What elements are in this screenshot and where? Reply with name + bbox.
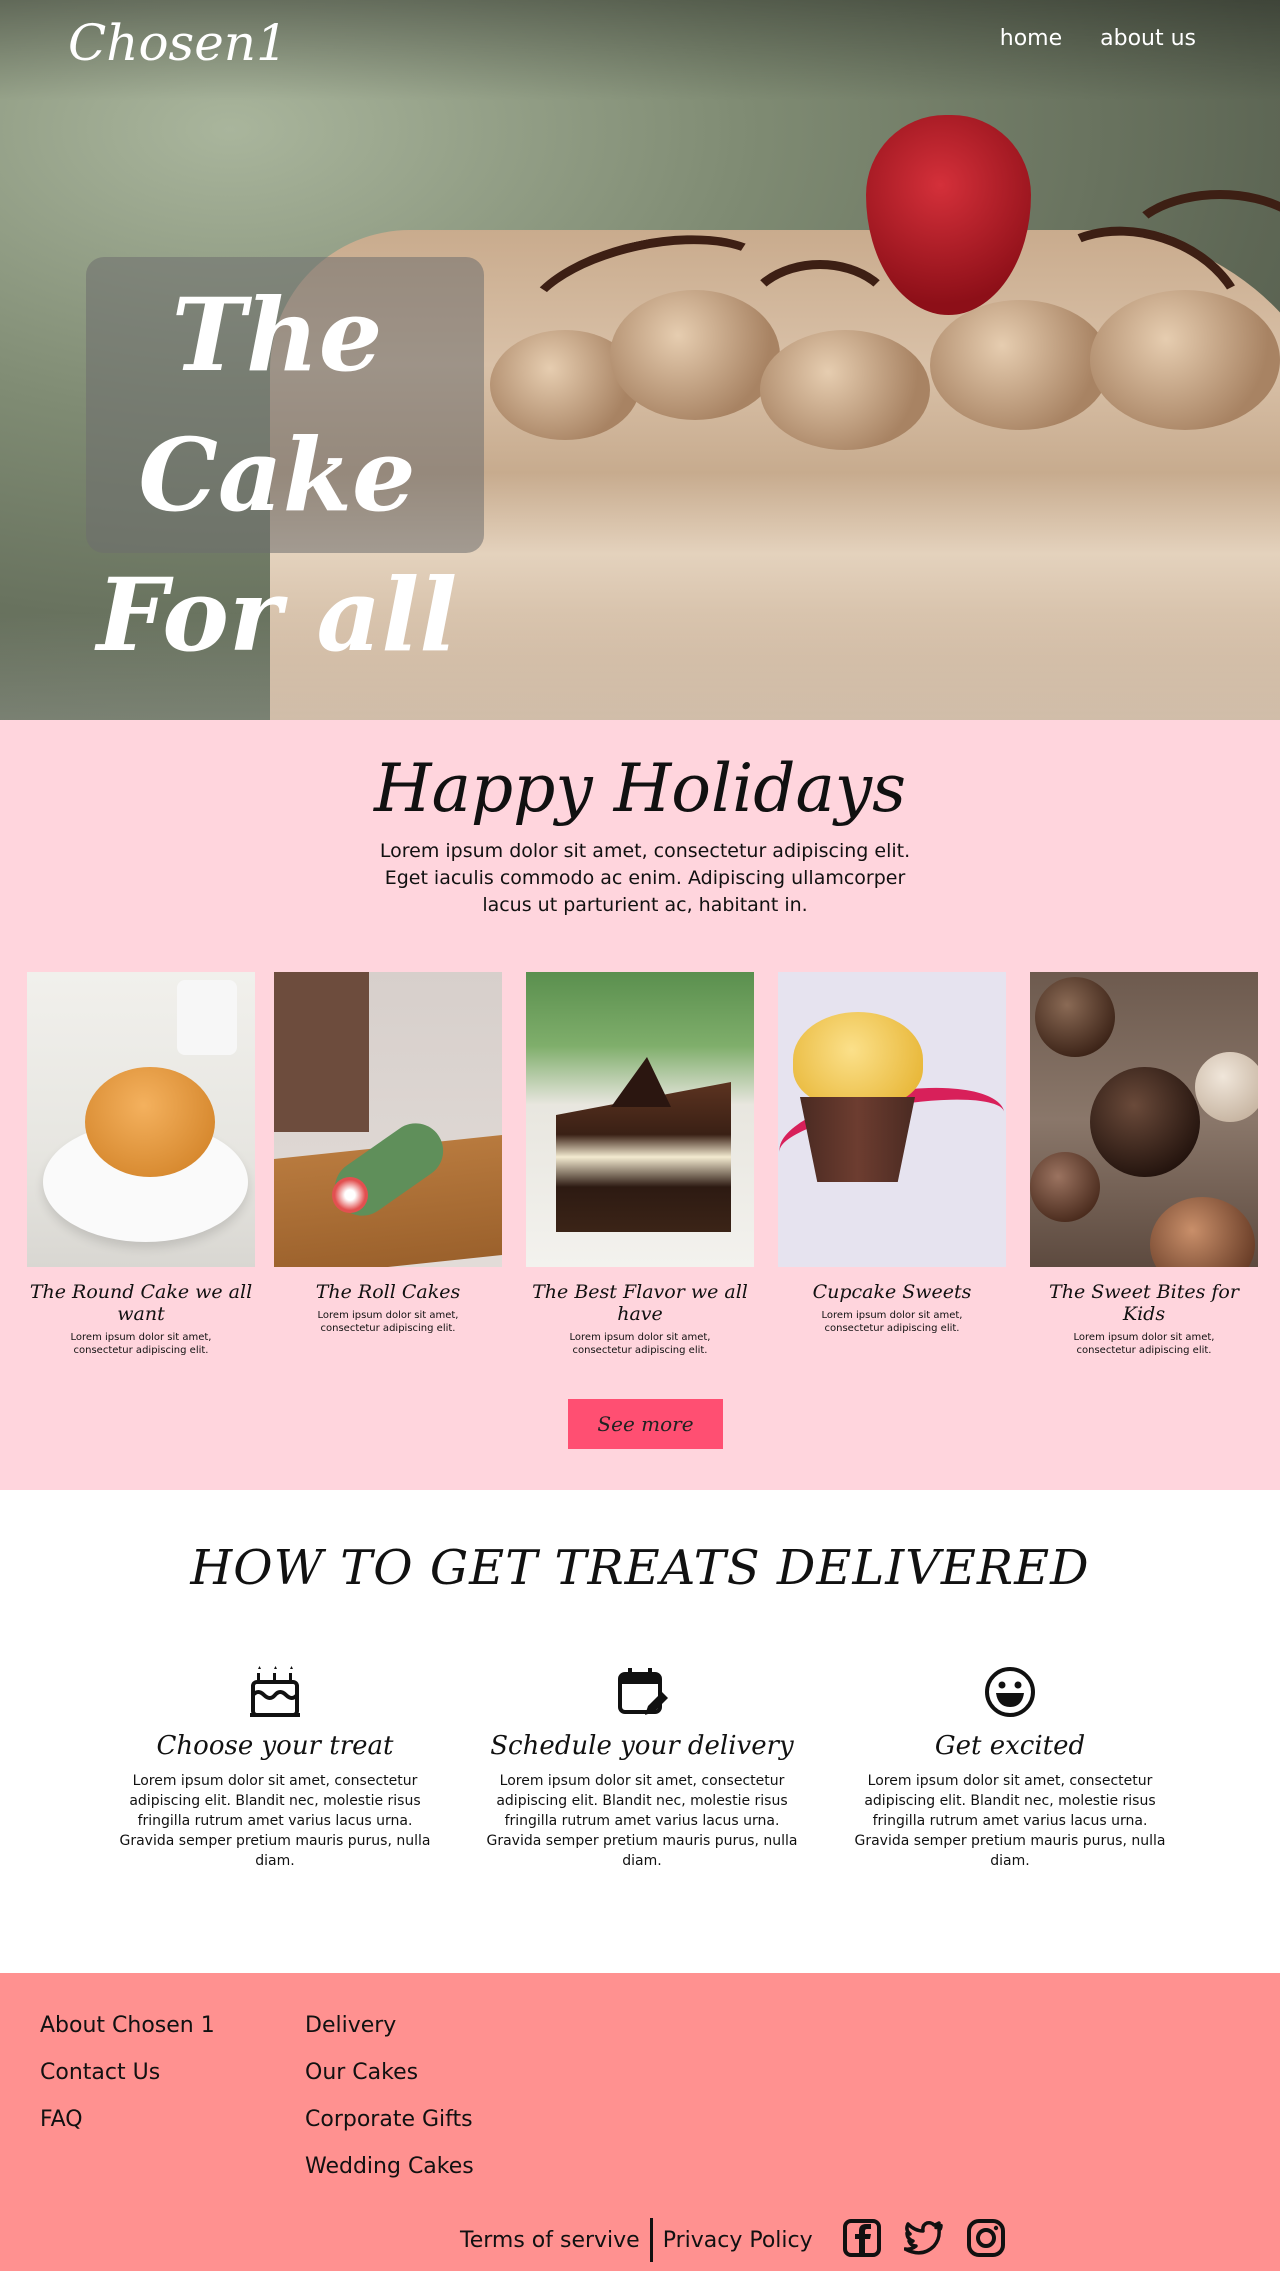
step-description: Lorem ipsum dolor sit amet, consectetur … <box>119 1773 431 1869</box>
roll-cake-image[interactable] <box>274 972 502 1267</box>
card-description: Lorem ipsum dolor sit amet, consectetur … <box>821 1310 963 1334</box>
facebook-icon[interactable] <box>842 2218 882 2258</box>
cupcake-image[interactable] <box>778 972 1006 1267</box>
logo[interactable]: Chosen1 <box>68 14 288 72</box>
card-caption: The Round Cake we all want <box>29 1281 253 1325</box>
legal-links: Terms of servive Privacy Policy <box>460 2218 813 2262</box>
cake-card[interactable]: The Round Cake we all want Lorem ipsum d… <box>27 972 255 1357</box>
round-cake-image[interactable] <box>27 972 255 1267</box>
social-links <box>842 2218 1006 2258</box>
delivery-step: Schedule your delivery Lorem ipsum dolor… <box>482 1665 802 1871</box>
instagram-icon[interactable] <box>966 2218 1006 2258</box>
footer-link-wedding-cakes[interactable]: Wedding Cakes <box>305 2154 474 2179</box>
holidays-section: Happy Holidays Lorem ipsum dolor sit ame… <box>0 720 1280 1490</box>
twitter-icon[interactable] <box>903 2218 944 2258</box>
footer-link-corporate-gifts[interactable]: Corporate Gifts <box>305 2107 474 2132</box>
card-description: Lorem ipsum dolor sit amet, consectetur … <box>569 1332 711 1356</box>
card-caption: Cupcake Sweets <box>812 1281 972 1303</box>
holidays-intro: Lorem ipsum dolor sit amet, consectetur … <box>379 840 911 916</box>
footer: About Chosen 1 Contact Us FAQ Delivery O… <box>0 1973 1280 2271</box>
terms-link[interactable]: Terms of servive <box>460 2228 640 2253</box>
cake-card[interactable]: Cupcake Sweets Lorem ipsum dolor sit ame… <box>778 972 1006 1335</box>
step-title: Choose your treat <box>156 1731 394 1761</box>
footer-link-about[interactable]: About Chosen 1 <box>40 2013 215 2038</box>
hero-title: The Cake For all <box>62 265 492 685</box>
footer-link-delivery[interactable]: Delivery <box>305 2013 474 2038</box>
card-description: Lorem ipsum dolor sit amet, consectetur … <box>70 1332 212 1356</box>
nav-home-link[interactable]: home <box>1000 26 1062 51</box>
card-description: Lorem ipsum dolor sit amet, consectetur … <box>1073 1332 1215 1356</box>
footer-col-shop: Delivery Our Cakes Corporate Gifts Weddi… <box>305 2013 474 2201</box>
cake-card[interactable]: The Best Flavor we all have Lorem ipsum … <box>526 972 754 1357</box>
chocolate-cake-slice-image[interactable] <box>526 972 754 1267</box>
card-caption: The Roll Cakes <box>315 1281 461 1303</box>
main-nav: home about us <box>1000 26 1196 51</box>
cake-card[interactable]: The Sweet Bites for Kids Lorem ipsum dol… <box>1030 972 1258 1357</box>
card-description: Lorem ipsum dolor sit amet, consectetur … <box>317 1310 459 1334</box>
privacy-link[interactable]: Privacy Policy <box>663 2228 813 2253</box>
delivery-step: Get excited Lorem ipsum dolor sit amet, … <box>850 1665 1170 1871</box>
legal-divider <box>649 2218 653 2262</box>
cake-pops-image[interactable] <box>1030 972 1258 1267</box>
delivery-section: HOW TO GET TREATS DELIVERED Choose your … <box>0 1490 1280 1973</box>
holidays-title: Happy Holidays <box>374 750 906 827</box>
footer-col-company: About Chosen 1 Contact Us FAQ <box>40 2013 215 2154</box>
footer-link-faq[interactable]: FAQ <box>40 2107 215 2132</box>
footer-link-our-cakes[interactable]: Our Cakes <box>305 2060 474 2085</box>
card-caption: The Sweet Bites for Kids <box>1049 1281 1239 1325</box>
nav-about-link[interactable]: about us <box>1100 26 1196 51</box>
hero-title-line1: The Cake <box>138 276 416 534</box>
delivery-title: HOW TO GET TREATS DELIVERED <box>190 1540 1090 1596</box>
delivery-step: Choose your treat Lorem ipsum dolor sit … <box>115 1665 435 1871</box>
smiley-icon <box>983 1665 1037 1719</box>
step-description: Lorem ipsum dolor sit amet, consectetur … <box>486 1773 798 1869</box>
cake-cards: The Round Cake we all want Lorem ipsum d… <box>27 972 1258 1372</box>
step-description: Lorem ipsum dolor sit amet, consectetur … <box>854 1773 1166 1869</box>
calendar-edit-icon <box>615 1665 669 1719</box>
step-title: Schedule your delivery <box>490 1731 794 1761</box>
card-caption: The Best Flavor we all have <box>532 1281 748 1325</box>
hero-title-line2: For all <box>96 556 458 674</box>
cake-card[interactable]: The Roll Cakes Lorem ipsum dolor sit ame… <box>274 972 502 1335</box>
step-title: Get excited <box>934 1731 1086 1761</box>
hero-section: Chosen1 home about us The Cake For all <box>0 0 1280 720</box>
birthday-cake-icon <box>248 1665 302 1719</box>
see-more-button[interactable]: See more <box>568 1399 723 1449</box>
footer-link-contact[interactable]: Contact Us <box>40 2060 215 2085</box>
